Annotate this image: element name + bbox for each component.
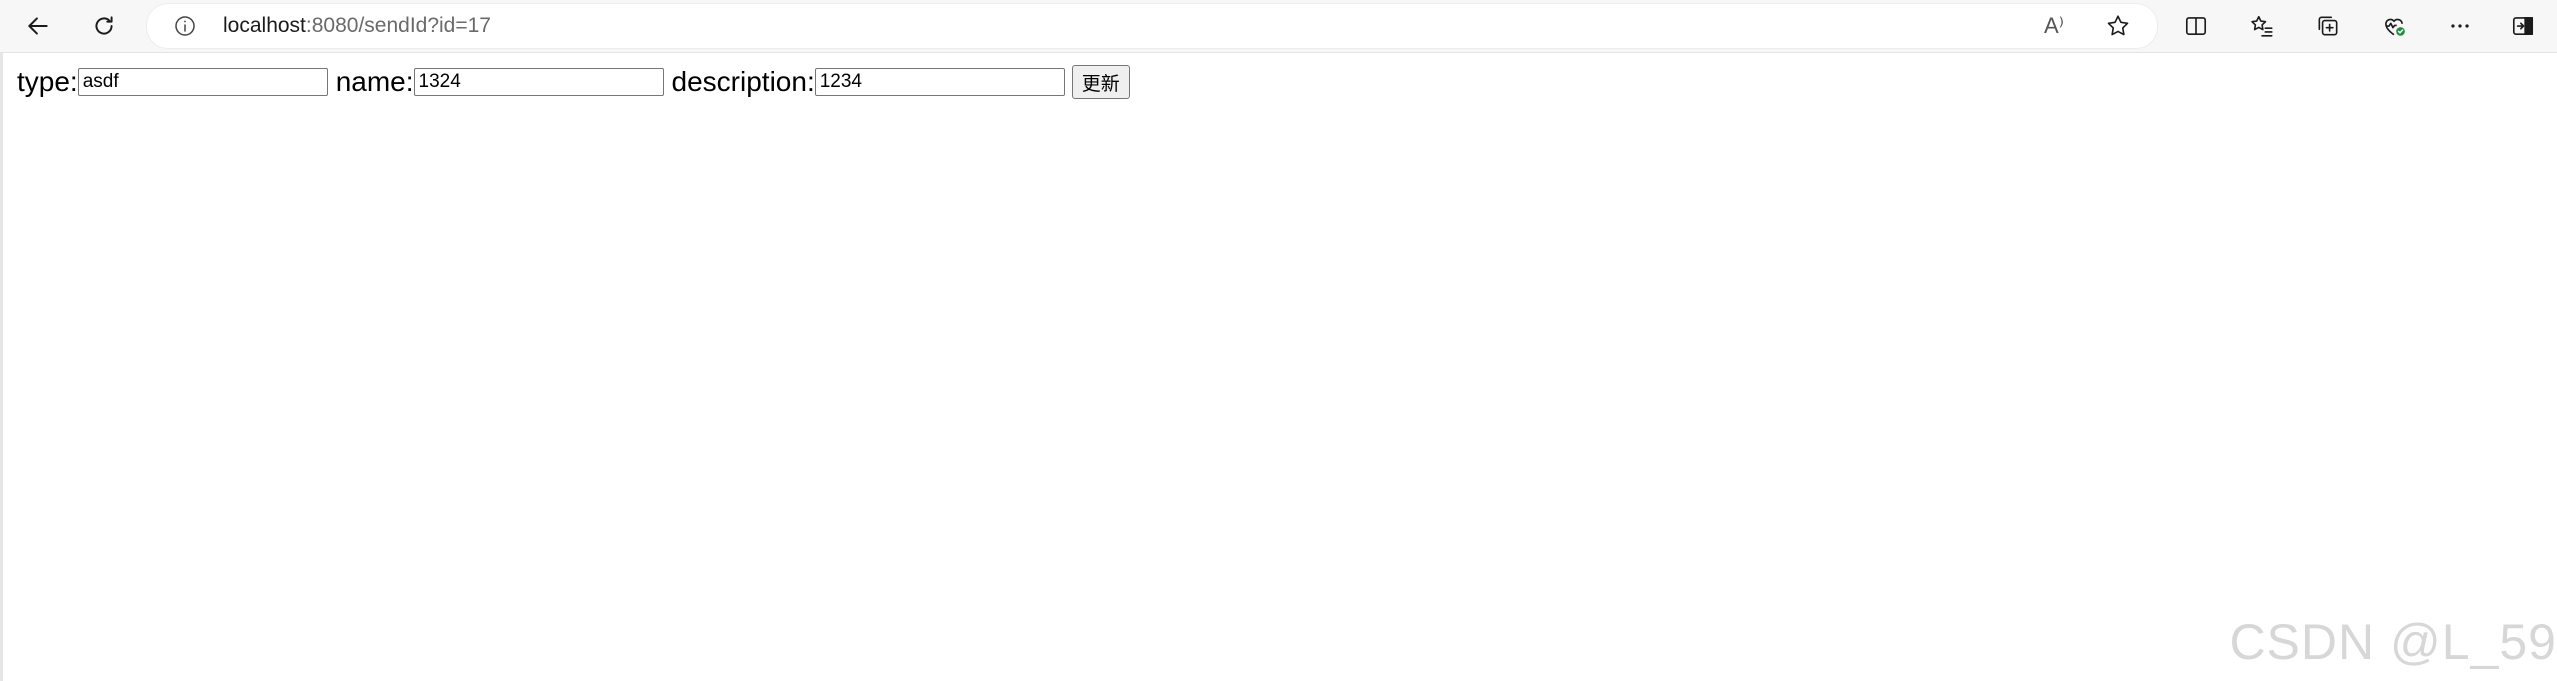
refresh-button[interactable]: [84, 6, 124, 46]
type-label: type:: [17, 66, 78, 97]
type-input[interactable]: [77, 68, 328, 96]
favorite-star-icon[interactable]: [2102, 10, 2134, 42]
address-bar[interactable]: localhost:8080/sendId?id=17 A⁾: [146, 3, 2158, 49]
browser-essentials-button[interactable]: [2374, 6, 2414, 46]
description-label: description:: [671, 66, 815, 97]
refresh-icon: [95, 16, 113, 35]
browser-toolbar: localhost:8080/sendId?id=17 A⁾: [0, 0, 2557, 53]
description-input[interactable]: [814, 68, 1065, 96]
url-host: localhost: [223, 14, 306, 37]
arrow-left-icon: [28, 17, 48, 35]
update-button[interactable]: 更新: [1071, 65, 1130, 99]
more-dots-icon: [2451, 24, 2469, 28]
collections-icon: [2318, 16, 2338, 36]
favorites-list-icon: [2251, 15, 2273, 37]
split-screen-button[interactable]: [2176, 6, 2216, 46]
read-aloud-icon[interactable]: A⁾: [2038, 10, 2070, 42]
sidebar-toggle-button[interactable]: [2503, 6, 2543, 46]
collections-button[interactable]: [2308, 6, 2348, 46]
page-content: type: name: description: 更新 CSDN @L_59: [0, 53, 2557, 681]
update-form: type: name: description: 更新: [17, 65, 1130, 99]
split-screen-icon: [2185, 17, 2207, 35]
more-button[interactable]: [2440, 6, 2480, 46]
favorites-button[interactable]: [2242, 6, 2282, 46]
heart-pulse-icon: [2385, 18, 2405, 36]
site-info-icon[interactable]: [171, 12, 199, 40]
sidebar-icon: [2512, 17, 2534, 35]
watermark: CSDN @L_59: [2229, 614, 2557, 670]
name-label: name:: [335, 66, 414, 97]
name-input[interactable]: [413, 68, 664, 96]
url-text[interactable]: localhost:8080/sendId?id=17: [223, 4, 491, 48]
back-button[interactable]: [18, 6, 58, 46]
url-path: :8080/sendId?id=17: [305, 14, 491, 37]
